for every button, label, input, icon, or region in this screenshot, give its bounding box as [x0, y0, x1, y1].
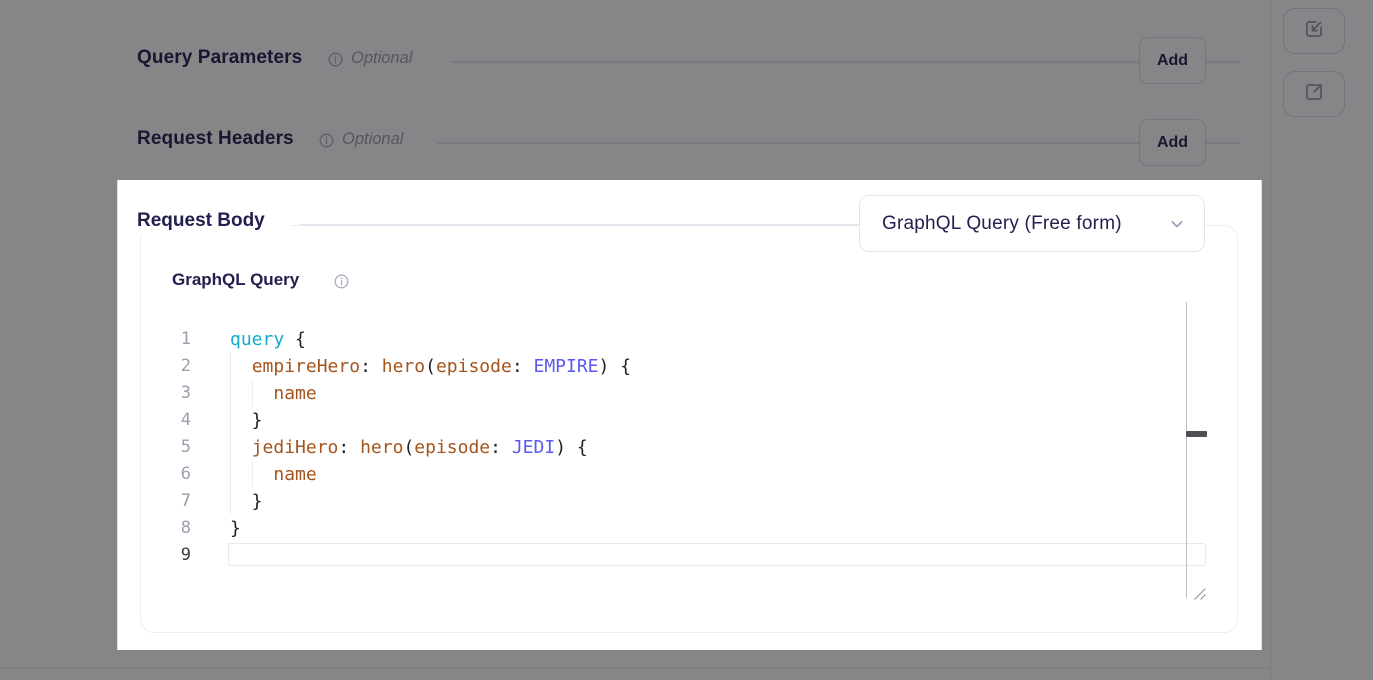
- query-parameters-divider: [450, 61, 1240, 63]
- line-number: 9: [146, 542, 191, 569]
- code-line[interactable]: name: [230, 461, 631, 488]
- code-line[interactable]: name: [230, 380, 631, 407]
- add-query-parameter-button[interactable]: Add: [1139, 37, 1206, 84]
- open-external-button[interactable]: [1283, 71, 1345, 117]
- line-number: 3: [146, 380, 191, 407]
- line-number: 5: [146, 434, 191, 461]
- add-button-label: Add: [1157, 134, 1188, 152]
- resize-grip-icon[interactable]: [1193, 587, 1207, 606]
- page: Query Parameters Optional Add Request He…: [0, 0, 1373, 680]
- info-icon[interactable]: [319, 133, 334, 153]
- line-number: 6: [146, 461, 191, 488]
- edit-inline-button[interactable]: [1283, 8, 1345, 54]
- editor-gutter: 123456789: [146, 326, 191, 569]
- editor-scrollbar-track[interactable]: [1186, 302, 1187, 598]
- info-icon[interactable]: [334, 274, 349, 294]
- query-parameters-optional-label: Optional: [351, 49, 412, 68]
- body-type-select[interactable]: GraphQL Query (Free form): [859, 195, 1205, 252]
- editor-code[interactable]: query { empireHero: hero(episode: EMPIRE…: [230, 326, 631, 569]
- line-number: 2: [146, 353, 191, 380]
- info-icon[interactable]: [328, 52, 343, 72]
- body-type-select-value: GraphQL Query (Free form): [882, 213, 1122, 235]
- spotlight-left-edge: [117, 180, 118, 650]
- add-request-header-button[interactable]: Add: [1139, 119, 1206, 166]
- request-body-divider: [300, 224, 859, 226]
- code-line[interactable]: }: [230, 407, 631, 434]
- request-body-title: Request Body: [137, 208, 291, 234]
- request-headers-divider: [437, 142, 1240, 144]
- chevron-down-icon: [1168, 215, 1186, 233]
- arrow-square-in-icon: [1302, 17, 1326, 46]
- arrow-square-out-icon: [1302, 80, 1326, 109]
- editor-drag-handle[interactable]: [1186, 431, 1207, 437]
- code-line[interactable]: empireHero: hero(episode: EMPIRE) {: [230, 353, 631, 380]
- code-line[interactable]: }: [230, 515, 631, 542]
- page-bottom-divider: [0, 667, 1270, 668]
- code-line[interactable]: }: [230, 488, 631, 515]
- line-number: 1: [146, 326, 191, 353]
- query-parameters-title: Query Parameters: [137, 47, 302, 69]
- dim-overlay-bottom: [0, 650, 1373, 680]
- line-number: 8: [146, 515, 191, 542]
- code-line[interactable]: jediHero: hero(episode: JEDI) {: [230, 434, 631, 461]
- line-number: 4: [146, 407, 191, 434]
- line-number: 7: [146, 488, 191, 515]
- code-line[interactable]: [230, 542, 631, 569]
- add-button-label: Add: [1157, 52, 1188, 70]
- right-rail-divider: [1270, 0, 1271, 680]
- spotlight-right-edge: [1261, 180, 1262, 650]
- request-headers-title: Request Headers: [137, 128, 294, 150]
- dim-overlay-right: [1262, 180, 1373, 650]
- graphql-query-label: GraphQL Query: [172, 270, 299, 290]
- dim-overlay-left: [0, 180, 117, 650]
- request-headers-optional-label: Optional: [342, 130, 403, 149]
- code-line[interactable]: query {: [230, 326, 631, 353]
